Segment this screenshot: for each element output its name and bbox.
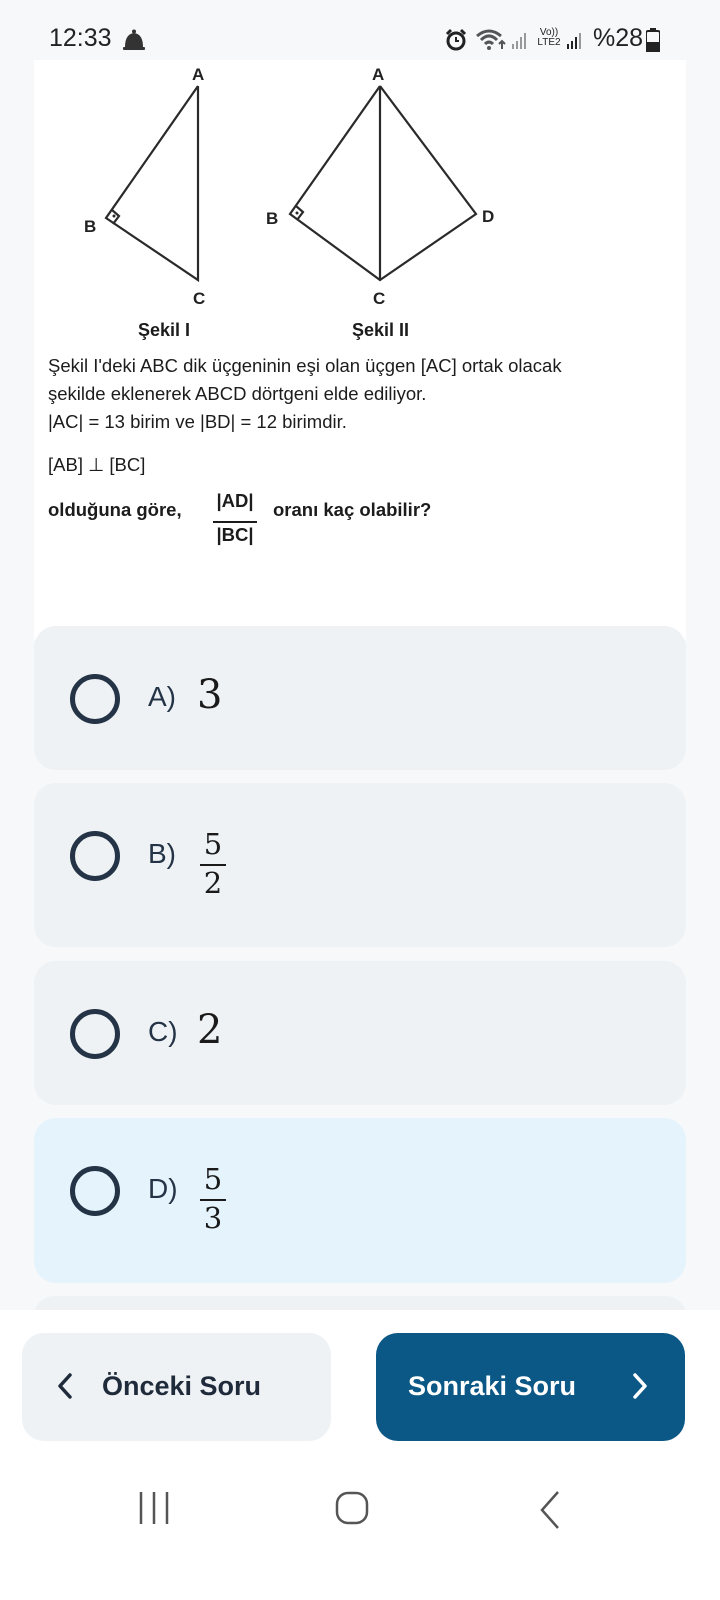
back-icon[interactable] (538, 1490, 562, 1530)
signal-icon (567, 33, 581, 49)
recent-apps-icon[interactable] (136, 1490, 172, 1526)
status-bar: 12:33 Vo)) LTE2 %28 (0, 0, 720, 60)
question-line-4: [AB] ⊥ [BC] (48, 454, 146, 475)
fig2-label-b: B (266, 209, 278, 228)
triangle-figures: A B C A B C D Şekil I Şekil II (84, 65, 494, 340)
option-c[interactable]: C) 2 (34, 961, 686, 1105)
signal-icon (512, 33, 526, 49)
question-line-3: |AC| = 13 birim ve |BD| = 12 birimdir. (48, 411, 347, 432)
battery-percent: %28 (593, 24, 644, 52)
battery-icon (646, 28, 660, 52)
notification-bell-icon (123, 29, 145, 50)
fig1-label-a: A (192, 65, 204, 84)
next-question-label: Sonraki Soru (408, 1371, 577, 1401)
fig1-label-c: C (193, 289, 205, 308)
alarm-icon (445, 28, 467, 51)
question-prompt-suffix: oranı kaç olabilir? (273, 499, 432, 520)
figure-caption-2: Şekil II (352, 320, 409, 340)
chevron-left-icon (58, 1373, 72, 1399)
option-letter: C) (148, 1016, 178, 1047)
previous-question-label: Önceki Soru (102, 1371, 262, 1401)
fraction-denominator: |BC| (216, 524, 254, 545)
option-denominator: 3 (203, 1201, 223, 1235)
figure-caption-1: Şekil I (138, 320, 190, 340)
option-numerator: 5 (203, 827, 223, 861)
radio-button[interactable] (70, 674, 120, 724)
fig2-label-c: C (373, 289, 385, 308)
option-letter: A) (148, 681, 176, 712)
fig1-label-b: B (84, 217, 96, 236)
option-denominator: 2 (203, 866, 223, 900)
option-a[interactable]: A) 3 (34, 626, 686, 770)
radio-button[interactable] (70, 1166, 120, 1216)
status-time: 12:33 (49, 24, 112, 52)
radio-button[interactable] (70, 1009, 120, 1059)
question-card: A B C A B C D Şekil I Şekil II (34, 60, 686, 640)
option-d[interactable]: D) 5 3 (34, 1118, 686, 1283)
previous-question-button[interactable]: Önceki Soru (22, 1333, 331, 1441)
option-letter: D) (148, 1173, 178, 1204)
question-line-2: şekilde eklenerek ABCD dörtgeni elde edi… (48, 383, 427, 404)
option-numerator: 5 (203, 1162, 223, 1196)
home-icon[interactable] (334, 1490, 370, 1526)
network-label: Vo)) LTE2 (537, 27, 561, 48)
option-letter: B) (148, 838, 176, 869)
fig2-label-a: A (372, 65, 384, 84)
option-value: 3 (197, 672, 223, 718)
question-line-1: Şekil I'deki ABC dik üçgeninin eşi olan … (48, 355, 562, 376)
question-fraction: |AD| |BC| (211, 490, 259, 552)
question-prompt-prefix: olduğuna göre, (48, 499, 182, 520)
wifi-icon (476, 29, 506, 50)
fig2-label-d: D (482, 207, 494, 226)
fraction-numerator: |AD| (216, 490, 254, 511)
radio-button[interactable] (70, 831, 120, 881)
fraction-bar (213, 521, 257, 523)
chevron-right-icon (633, 1373, 647, 1399)
option-b[interactable]: B) 5 2 (34, 783, 686, 947)
next-question-button[interactable]: Sonraki Soru (376, 1333, 685, 1441)
option-value: 2 (197, 1007, 223, 1053)
